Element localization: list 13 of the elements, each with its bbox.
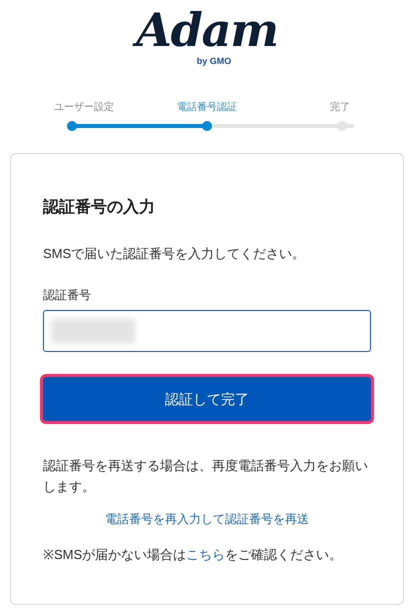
- logo-byline: by GMO: [196, 56, 232, 66]
- resend-link[interactable]: 電話番号を再入力して認証番号を再送: [105, 512, 309, 526]
- code-input-field[interactable]: [43, 310, 371, 352]
- here-link[interactable]: こちら: [186, 547, 226, 562]
- step-label: 完了: [330, 100, 350, 115]
- resend-note: 認証番号を再送する場合は、再度電話番号入力をお願いします。: [43, 457, 369, 496]
- instruction-text: SMSで届いた認証番号を入力してください。: [43, 245, 306, 263]
- field-label: 認証番号: [43, 287, 92, 304]
- help-text: ※SMSが届かない場合はこちら をご確認ください。: [43, 546, 344, 564]
- verify-button[interactable]: 認証して完了: [43, 377, 371, 421]
- card-title: 認証番号の入力: [43, 197, 156, 218]
- step-label: ユーザー設定: [54, 100, 114, 115]
- step-label: 電話番号認証: [177, 100, 237, 115]
